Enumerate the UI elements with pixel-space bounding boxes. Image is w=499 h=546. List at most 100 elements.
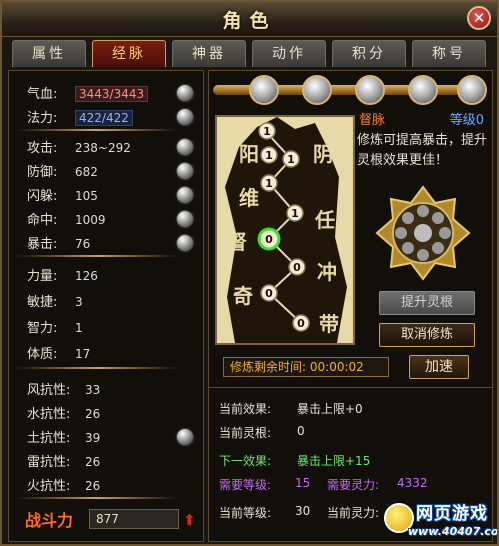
stat-mp: 法力: 422/422 [27,107,133,126]
stat-value: 105 [75,189,98,203]
divider [17,497,177,499]
meridian-diagram: 阳 阴 维 任 督 冲 奇 带 1 1 1 1 1 0 0 0 0 [215,115,355,345]
stat-label: 防御: [27,165,58,180]
stat-label: 敏捷: [27,295,58,310]
label-yang: 阳 [239,142,259,166]
stat-label: 命中: [27,213,58,228]
stat-value: 26 [85,479,101,493]
meridian-slot[interactable] [249,75,279,105]
orb-icon[interactable] [177,109,193,125]
stat-water-res: 水抗性: 26 [27,403,100,422]
tab-bar: 属性 经脉 神器 动作 积分 称号 [12,40,492,68]
current-effect-label: 当前效果: [219,402,272,416]
stat-value: 39 [85,431,101,445]
current-root-label: 当前灵根: [219,426,272,440]
orb-icon[interactable] [177,187,193,203]
stat-fire-res: 火抗性: 26 [27,475,100,494]
stat-value: 76 [75,237,91,251]
required-level-label: 需要等级: [219,478,272,492]
speed-up-button[interactable]: 加速 [409,355,469,379]
label-dai: 带 [319,312,339,336]
orb-icon[interactable] [177,235,193,251]
stat-label: 土抗性: [27,431,71,446]
meridian-diagram-svg: 阳 阴 维 任 督 冲 奇 带 1 1 1 1 1 0 0 0 0 [225,117,347,343]
watermark-site: www.40407.com [408,525,499,538]
acupoint-value: 1 [291,207,299,220]
acupoint-value: 1 [263,125,271,138]
character-window: 角色 ✕ 属性 经脉 神器 动作 积分 称号 气血: 3443/3443 法力: 4… [0,0,499,546]
current-level-value: 30 [295,504,311,518]
tab-attributes[interactable]: 属性 [12,40,86,67]
acupoint-value: 0 [293,261,301,274]
acupoint-value: 0 [265,287,273,300]
stat-label: 力量: [27,269,58,284]
stat-agility: 敏捷: 3 [27,291,83,310]
stat-value: 26 [85,407,101,421]
next-effect-label: 下一效果: [219,454,272,468]
tab-meridians[interactable]: 经脉 [92,40,166,67]
orb-icon[interactable] [177,211,193,227]
stat-label: 雷抗性: [27,455,71,470]
stat-value: 126 [75,269,98,283]
tab-points[interactable]: 积分 [332,40,406,67]
title-bar[interactable]: 角色 ✕ [2,2,497,37]
tab-artifacts[interactable]: 神器 [172,40,246,67]
acupoint-value: 0 [297,317,305,330]
stat-hp: 气血: 3443/3443 [27,83,149,102]
stat-label: 闪躲: [27,189,58,204]
meridian-slot[interactable] [457,75,487,105]
orb-icon[interactable] [177,139,193,155]
tab-actions[interactable]: 动作 [252,40,326,67]
stat-label: 气血: [27,87,58,102]
required-spirit-label: 需要灵力: [327,478,380,492]
stat-wind-res: 风抗性: 33 [27,379,100,398]
stat-value: 1 [75,321,83,335]
stat-earth-res: 土抗性: 39 [27,427,100,446]
meridian-description: 修炼可提高暴击，提升灵根效果更佳！ [357,133,488,168]
current-root-value: 0 [297,424,305,438]
cancel-cultivation-button[interactable]: 取消修炼 [379,323,475,347]
stat-label: 法力: [27,111,58,126]
stat-thunder-res: 雷抗性: 26 [27,451,100,470]
stats-panel: 气血: 3443/3443 法力: 422/422 攻击: 238~292 防御: 68… [8,70,204,542]
divider [17,129,177,131]
combat-power-value: 877 [89,509,179,529]
combat-power-label: 战斗力 [25,511,74,530]
acupoint-value: 1 [265,149,273,162]
stat-label: 风抗性: [27,383,71,398]
meridian-slot[interactable] [408,75,438,105]
required-level-value: 15 [295,476,311,490]
stat-value: 26 [85,455,101,469]
watermark-main: 网页游戏 [416,504,488,524]
meridian-slot[interactable] [355,75,385,105]
stat-label: 攻击: [27,141,58,156]
orb-icon[interactable] [177,163,193,179]
current-spirit-label: 当前灵力: [327,506,380,520]
label-chong: 冲 [317,260,337,284]
arrow-up-icon: ⬆ [183,511,196,529]
meridian-level: 等级0 [449,113,484,128]
timer-label: 修炼剩余时间: [230,360,307,374]
orb-icon[interactable] [177,429,193,445]
orb-icon[interactable] [177,85,193,101]
tab-titles[interactable]: 称号 [412,40,486,67]
stat-defense: 防御: 682 [27,161,98,180]
divider [17,255,177,257]
current-effect-value: 暴击上限+0 [297,402,363,416]
stat-label: 火抗性: [27,479,71,494]
cultivation-timer: 修炼剩余时间: 00:00:02 [223,357,389,377]
stat-strength: 力量: 126 [27,265,98,284]
meridian-slot[interactable] [302,75,332,105]
close-button[interactable]: ✕ [467,6,491,30]
acupoint-value: 1 [265,177,273,190]
stat-value: 238~292 [75,141,131,155]
meridian-name: 督脉 [359,113,386,128]
upgrade-root-button[interactable]: 提升灵根 [379,291,475,315]
stat-value: 3443/3443 [75,86,149,102]
timer-value: 00:00:02 [309,360,364,374]
stat-hit: 命中: 1009 [27,209,106,228]
acupoint-value: 0 [265,233,273,246]
stat-value: 17 [75,347,91,361]
label-yin: 阴 [313,142,333,166]
meridian-panel: 阳 阴 维 任 督 冲 奇 带 1 1 1 1 1 0 0 0 0 督脉 等级0 修炼可提高暴击… [208,70,493,542]
